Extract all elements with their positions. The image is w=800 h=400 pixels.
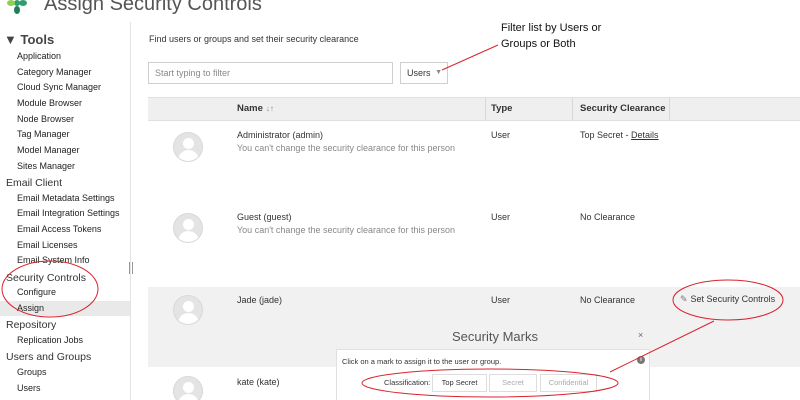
table-row: Administrator (admin) You can't change t… — [148, 122, 800, 190]
top-header: Assign Security Controls — [0, 0, 800, 22]
sidebar-item-model-manager[interactable]: Model Manager — [17, 145, 80, 155]
sidebar-item-configure[interactable]: Configure — [17, 287, 56, 297]
info-icon[interactable]: i — [637, 356, 645, 364]
column-divider — [572, 98, 573, 120]
user-name: Guest (guest) — [237, 212, 292, 222]
user-type: User — [491, 130, 511, 140]
app-logo-icon — [7, 0, 27, 14]
sidebar-item-node-browser[interactable]: Node Browser — [17, 114, 74, 124]
user-note: You can't change the security clearance … — [237, 225, 456, 235]
sidebar-nav: ▼ Tools Application Category Manager Clo… — [0, 22, 133, 400]
sidebar-group-email-client: Email Client — [6, 177, 63, 189]
avatar — [173, 132, 203, 162]
sidebar-item-email-integration-settings[interactable]: Email Integration Settings — [17, 208, 120, 218]
sidebar-item-email-access-tokens[interactable]: Email Access Tokens — [17, 224, 101, 234]
sidebar-item-cloud-sync-manager[interactable]: Cloud Sync Manager — [17, 82, 101, 92]
table-header: Name ↓↑ Type Security Clearance — [148, 97, 800, 121]
column-divider — [485, 98, 486, 120]
mark-confidential-button[interactable]: Confidential — [540, 374, 597, 392]
classification-label: Classification: — [384, 378, 431, 387]
details-link[interactable]: Details — [631, 130, 659, 140]
page-title: Assign Security Controls — [44, 0, 262, 15]
sidebar-item-email-licenses[interactable]: Email Licenses — [17, 240, 78, 250]
user-name: Jade (jade) — [237, 295, 283, 305]
sidebar-item-email-metadata-settings[interactable]: Email Metadata Settings — [17, 193, 115, 203]
mark-top-secret-button[interactable]: Top Secret — [432, 374, 487, 392]
user-clearance: No Clearance — [580, 295, 636, 305]
avatar — [173, 376, 203, 400]
security-marks-panel: Click on a mark to assign it to the user… — [336, 349, 650, 400]
sidebar-heading-tools[interactable]: ▼ Tools — [4, 32, 54, 47]
sidebar-group-users-and-groups: Users and Groups — [6, 351, 92, 363]
column-header-type: Type — [491, 103, 513, 114]
user-type: User — [491, 212, 511, 222]
filter-input[interactable] — [148, 62, 393, 84]
annotation-filter-note-line1: Filter list by Users or — [501, 22, 602, 34]
sidebar-item-tag-manager[interactable]: Tag Manager — [17, 129, 70, 139]
sidebar-item-groups[interactable]: Groups — [17, 367, 47, 377]
sidebar-item-category-manager[interactable]: Category Manager — [17, 67, 92, 77]
set-security-controls-button[interactable]: ✎ Set Security Controls — [680, 294, 775, 305]
avatar — [173, 213, 203, 243]
table-row: Guest (guest) You can't change the secur… — [148, 200, 800, 270]
user-note: You can't change the security clearance … — [237, 143, 456, 153]
user-name: kate (kate) — [237, 377, 280, 387]
user-clearance: No Clearance — [580, 212, 636, 222]
annotation-filter-note-line2: Groups or Both — [501, 38, 576, 50]
sidebar-group-repository: Repository — [6, 319, 57, 331]
close-icon[interactable]: × — [638, 330, 643, 340]
sidebar-item-email-system-info[interactable]: Email System Info — [17, 255, 90, 265]
security-marks-title: Security Marks — [452, 329, 538, 344]
user-clearance: Top Secret - Details — [580, 130, 659, 140]
pencil-icon: ✎ — [680, 294, 688, 304]
sidebar-item-application[interactable]: Application — [17, 51, 61, 61]
chevron-down-icon: ▼ — [435, 69, 442, 76]
column-header-security-clearance: Security Clearance — [580, 103, 666, 114]
sidebar-item-module-browser[interactable]: Module Browser — [17, 98, 82, 108]
sidebar-item-assign[interactable]: Assign — [0, 301, 130, 316]
type-filter-value: Users — [407, 68, 431, 78]
sidebar-group-security-controls: Security Controls — [6, 272, 86, 284]
user-type: User — [491, 295, 511, 305]
sidebar-item-sites-manager[interactable]: Sites Manager — [17, 161, 75, 171]
sort-icon[interactable]: ↓↑ — [266, 98, 274, 120]
sidebar-item-users[interactable]: Users — [17, 383, 41, 393]
sidebar-item-replication-jobs[interactable]: Replication Jobs — [17, 335, 83, 345]
annotation-arrow-filter — [441, 44, 499, 71]
column-header-name[interactable]: Name ↓↑ — [237, 98, 274, 120]
avatar — [173, 295, 203, 325]
column-divider — [669, 98, 670, 120]
mark-secret-button[interactable]: Secret — [489, 374, 537, 392]
security-marks-hint: Click on a mark to assign it to the user… — [342, 357, 502, 366]
sidebar-resize-handle[interactable] — [129, 262, 133, 274]
intro-text: Find users or groups and set their secur… — [149, 34, 359, 44]
user-name: Administrator (admin) — [237, 130, 324, 140]
type-filter-select[interactable]: Users ▼ — [400, 62, 448, 84]
app-window: Assign Security Controls ▼ Tools Applica… — [0, 0, 800, 400]
